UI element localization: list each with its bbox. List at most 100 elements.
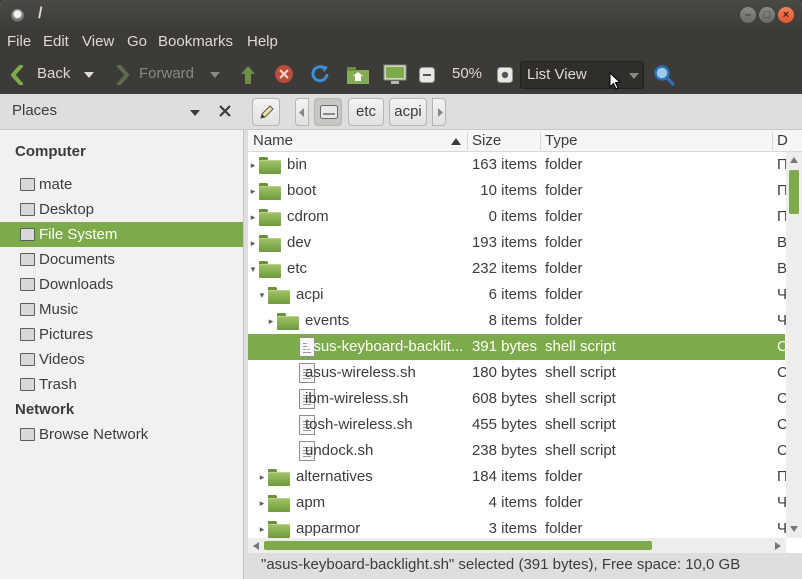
menu-bookmarks[interactable]: Bookmarks — [158, 33, 233, 50]
view-mode-select[interactable]: List View — [520, 61, 644, 90]
expander-collapsed-icon[interactable]: ▸ — [249, 204, 257, 230]
sidebar-item-music[interactable]: Music — [0, 297, 243, 322]
sidebar-item-videos[interactable]: Videos — [0, 347, 243, 372]
expander-expanded-icon[interactable]: ▾ — [258, 282, 266, 308]
path-crumb-acpi[interactable]: acpi — [389, 98, 427, 126]
home-button[interactable] — [345, 56, 371, 94]
file-type: folder — [545, 156, 583, 173]
column-separator[interactable] — [540, 132, 541, 150]
minimize-button[interactable]: – — [740, 7, 756, 23]
title-bar[interactable]: / – □ × — [0, 0, 802, 30]
sidebar-item-pictures[interactable]: Pictures — [0, 322, 243, 347]
zoom-out-button[interactable] — [418, 56, 438, 94]
file-type: shell script — [545, 338, 616, 355]
maximize-button[interactable]: □ — [759, 7, 775, 23]
column-size-header[interactable]: Size — [472, 132, 501, 149]
menu-go[interactable]: Go — [127, 33, 147, 50]
column-type-header[interactable]: Type — [545, 132, 578, 149]
videos-folder-icon — [20, 353, 35, 366]
stop-button[interactable] — [272, 56, 296, 94]
expander-collapsed-icon[interactable]: ▸ — [267, 308, 275, 334]
search-button[interactable] — [652, 56, 676, 94]
sidebar-item-browse-network[interactable]: Browse Network — [0, 422, 243, 447]
file-size: 6 items — [488, 286, 537, 303]
computer-button[interactable] — [382, 56, 408, 94]
folder-row[interactable]: ▸ bin 163 items folder П — [248, 152, 788, 178]
sort-ascending-icon — [451, 138, 461, 145]
file-row[interactable]: tosh-wireless.sh 455 bytes shell script С — [248, 412, 788, 438]
vertical-scroll-thumb[interactable] — [789, 170, 799, 214]
path-root-button[interactable] — [314, 98, 342, 126]
zoom-in-icon — [497, 67, 513, 83]
back-button[interactable]: Back — [8, 56, 100, 94]
reload-button[interactable] — [307, 56, 333, 94]
sidebar-item-downloads[interactable]: Downloads — [0, 272, 243, 297]
sidebar-type-label[interactable]: Places — [12, 102, 57, 119]
path-scroll-right-button[interactable] — [432, 98, 446, 126]
expander-collapsed-icon[interactable]: ▸ — [249, 152, 257, 178]
expander-collapsed-icon[interactable]: ▸ — [258, 490, 266, 516]
documents-folder-icon — [20, 253, 35, 266]
file-type: folder — [545, 182, 583, 199]
folder-row[interactable]: ▸ dev 193 items folder В — [248, 230, 787, 256]
file-row[interactable]: undock.sh 238 bytes shell script С — [248, 438, 788, 464]
forward-button[interactable]: Forward — [112, 56, 227, 94]
scroll-down-icon[interactable] — [790, 526, 798, 532]
column-separator[interactable] — [772, 132, 773, 150]
expander-collapsed-icon[interactable]: ▸ — [249, 230, 257, 256]
toggle-location-entry-button[interactable] — [252, 98, 280, 126]
horizontal-scrollbar[interactable] — [248, 538, 786, 553]
vertical-scrollbar[interactable] — [786, 152, 802, 538]
menu-view[interactable]: View — [82, 33, 114, 50]
file-type: folder — [545, 312, 583, 329]
folder-row[interactable]: ▸ apm 4 items folder Ч — [248, 490, 787, 516]
file-list-view: Name Size Type D ▸ bin 163 items folder П ▸ bo… — [248, 130, 802, 553]
sidebar-item-label: Music — [39, 301, 79, 318]
sidebar-item-file-system[interactable]: File System — [0, 222, 243, 247]
sidebar-item-documents[interactable]: Documents — [0, 247, 243, 272]
column-date-header[interactable]: D — [777, 132, 788, 149]
sidebar-item-label: Videos — [39, 351, 85, 368]
back-history-dropdown-icon[interactable] — [84, 72, 94, 78]
sidebar-type-dropdown-icon[interactable] — [190, 110, 200, 116]
file-size: 163 items — [471, 156, 537, 173]
scroll-up-icon[interactable] — [790, 157, 798, 163]
scroll-left-icon[interactable] — [253, 542, 259, 550]
file-row[interactable]: asus-keyboard-backlit... 391 bytes shell s… — [248, 334, 788, 360]
close-sidebar-icon[interactable] — [219, 105, 231, 117]
path-crumb-etc[interactable]: etc — [348, 98, 384, 126]
sidebar-item-desktop[interactable]: Desktop — [0, 197, 243, 222]
expander-expanded-icon[interactable]: ▾ — [249, 256, 257, 282]
expander-collapsed-icon[interactable]: ▸ — [249, 178, 257, 204]
zoom-in-button[interactable] — [496, 56, 516, 94]
file-name: cdrom — [287, 208, 329, 225]
close-button[interactable]: × — [778, 7, 794, 23]
column-separator[interactable] — [467, 132, 468, 150]
menu-help[interactable]: Help — [247, 33, 278, 50]
sidebar-item-trash[interactable]: Trash — [0, 372, 243, 397]
menu-edit[interactable]: Edit — [43, 33, 69, 50]
column-name-header[interactable]: Name — [253, 132, 293, 149]
folder-row[interactable]: ▸ events 8 items folder Ч — [248, 308, 787, 334]
menu-file[interactable]: File — [7, 33, 31, 50]
expander-collapsed-icon[interactable]: ▸ — [258, 464, 266, 490]
scroll-right-icon[interactable] — [775, 542, 781, 550]
up-button[interactable] — [236, 56, 260, 94]
sidebar-item-mate[interactable]: mate — [0, 172, 243, 197]
forward-history-dropdown-icon[interactable] — [210, 72, 220, 78]
folder-row[interactable]: ▸ alternatives 184 items folder П — [248, 464, 788, 490]
horizontal-scroll-thumb[interactable] — [264, 541, 652, 550]
folder-row[interactable]: ▾ etc 232 items folder В — [248, 256, 787, 282]
path-scroll-left-button[interactable] — [295, 98, 309, 126]
file-row[interactable]: ibm-wireless.sh 608 bytes shell script С — [248, 386, 788, 412]
window-menu-icon[interactable] — [11, 9, 24, 22]
file-row[interactable]: asus-wireless.sh 180 bytes shell script С — [248, 360, 788, 386]
folder-icon — [259, 157, 281, 174]
folder-row[interactable]: ▸ cdrom 0 items folder П — [248, 204, 788, 230]
file-size: 608 bytes — [471, 390, 537, 407]
folder-row[interactable]: ▸ boot 10 items folder П — [248, 178, 788, 204]
folder-row[interactable]: ▾ acpi 6 items folder Ч — [248, 282, 787, 308]
edit-pencil-icon — [260, 105, 274, 119]
folder-icon — [259, 235, 281, 252]
pictures-folder-icon — [20, 328, 35, 341]
